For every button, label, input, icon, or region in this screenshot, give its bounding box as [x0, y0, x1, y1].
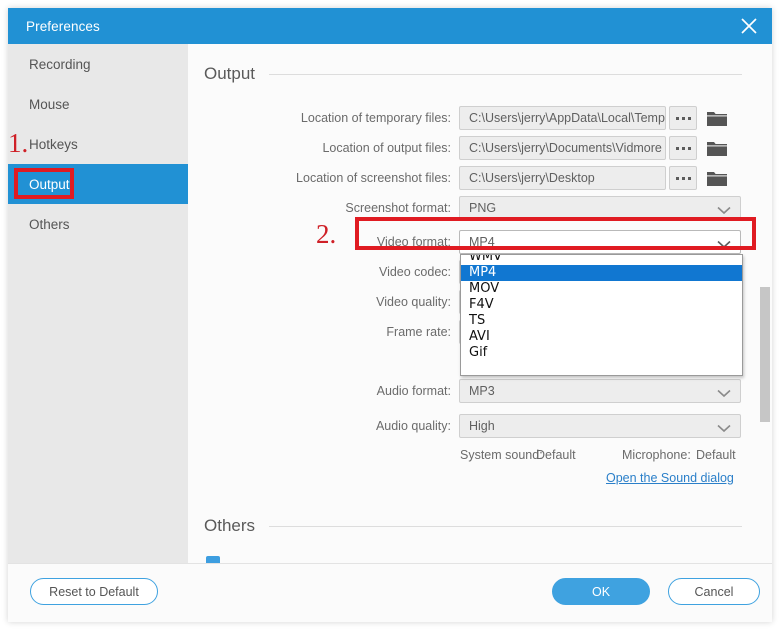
open-sound-dialog-link[interactable]: Open the Sound dialog: [606, 471, 734, 485]
sidebar-item-label: Mouse: [29, 97, 70, 112]
temp-location-row: Location of temporary files: C:\Users\je…: [188, 106, 748, 130]
others-checkbox[interactable]: [206, 556, 220, 563]
sidebar: Recording Mouse Hotkeys Output Others: [8, 44, 188, 563]
output-location-folder-icon[interactable]: [707, 140, 727, 157]
window-title: Preferences: [26, 19, 100, 34]
heading-divider: [269, 74, 742, 75]
sidebar-item-output[interactable]: Output: [8, 164, 188, 204]
video-format-option-wmv[interactable]: WMV: [461, 254, 742, 265]
temp-location-browse-button[interactable]: [669, 106, 697, 130]
others-section-heading: Others: [204, 516, 742, 536]
heading-divider: [269, 526, 742, 527]
title-bar: Preferences: [8, 8, 772, 44]
chevron-down-icon: [717, 387, 731, 396]
close-icon[interactable]: [726, 8, 772, 44]
ok-button[interactable]: OK: [552, 578, 650, 605]
video-format-select[interactable]: MP4: [459, 230, 741, 254]
cancel-button[interactable]: Cancel: [668, 578, 760, 605]
audio-quality-label: Audio quality:: [188, 419, 451, 433]
chevron-down-icon: [717, 238, 731, 247]
sidebar-item-label: Others: [29, 217, 70, 232]
screenshot-format-label: Screenshot format:: [188, 201, 451, 215]
video-format-option-gif[interactable]: Gif: [461, 345, 742, 361]
screenshot-format-value: PNG: [469, 201, 496, 215]
screenshot-location-browse-button[interactable]: [669, 166, 697, 190]
screenshot-location-row: Location of screenshot files: C:\Users\j…: [188, 166, 748, 190]
video-format-option-mp4[interactable]: MP4: [461, 265, 742, 281]
audio-format-value: MP3: [469, 384, 495, 398]
video-format-listbox[interactable]: WMV MP4 MOV F4V TS AVI Gif: [460, 254, 743, 376]
video-format-value: MP4: [469, 235, 495, 249]
audio-quality-value: High: [469, 419, 495, 433]
video-format-option-ts[interactable]: TS: [461, 313, 742, 329]
screenshot-format-select[interactable]: PNG: [459, 196, 741, 220]
microphone-label: Microphone:: [622, 448, 691, 462]
output-location-input[interactable]: C:\Users\jerry\Documents\Vidmore: [459, 136, 666, 160]
screenshot-location-label: Location of screenshot files:: [188, 171, 451, 185]
video-quality-label: Video quality:: [188, 295, 451, 309]
audio-format-label: Audio format:: [188, 384, 451, 398]
video-codec-label: Video codec:: [188, 265, 451, 279]
output-location-browse-button[interactable]: [669, 136, 697, 160]
chevron-down-icon: [717, 204, 731, 213]
sidebar-item-others[interactable]: Others: [8, 204, 188, 244]
output-heading-label: Output: [204, 64, 255, 84]
sidebar-item-label: Recording: [29, 57, 91, 72]
temp-location-input[interactable]: C:\Users\jerry\AppData\Local\Temp: [459, 106, 666, 130]
video-format-row: Video format: MP4: [188, 230, 748, 254]
video-format-label: Video format:: [188, 235, 451, 249]
content-scrollbar-track[interactable]: [760, 44, 770, 563]
preferences-dialog: Preferences Recording Mouse Hotkeys Outp…: [0, 0, 780, 630]
audio-quality-select[interactable]: High: [459, 414, 741, 438]
sidebar-item-recording[interactable]: Recording: [8, 44, 188, 84]
microphone-value: Default: [696, 448, 736, 462]
audio-format-select[interactable]: MP3: [459, 379, 741, 403]
system-sound-label: System sound:: [460, 448, 543, 462]
sidebar-item-hotkeys[interactable]: Hotkeys: [8, 124, 188, 164]
screenshot-location-input[interactable]: C:\Users\jerry\Desktop: [459, 166, 666, 190]
temp-location-folder-icon[interactable]: [707, 110, 727, 127]
settings-panel: Output Location of temporary files: C:\U…: [188, 44, 772, 563]
audio-quality-row: Audio quality: High: [188, 414, 748, 438]
chevron-down-icon: [717, 422, 731, 431]
output-location-row: Location of output files: C:\Users\jerry…: [188, 136, 748, 160]
frame-rate-label: Frame rate:: [188, 325, 451, 339]
video-format-option-avi[interactable]: AVI: [461, 329, 742, 345]
screenshot-format-row: Screenshot format: PNG: [188, 196, 748, 220]
screenshot-location-folder-icon[interactable]: [707, 170, 727, 187]
output-section-heading: Output: [204, 64, 742, 84]
reset-to-default-button[interactable]: Reset to Default: [30, 578, 158, 605]
dialog-footer: Reset to Default OK Cancel: [8, 563, 772, 622]
sidebar-item-label: Hotkeys: [29, 137, 78, 152]
audio-format-row: Audio format: MP3: [188, 379, 748, 403]
output-location-label: Location of output files:: [188, 141, 451, 155]
others-heading-label: Others: [204, 516, 255, 536]
video-format-option-f4v[interactable]: F4V: [461, 297, 742, 313]
system-sound-value: Default: [536, 448, 576, 462]
temp-location-label: Location of temporary files:: [188, 111, 451, 125]
content-scrollbar-thumb[interactable]: [760, 287, 770, 422]
video-format-option-mov[interactable]: MOV: [461, 281, 742, 297]
sidebar-item-mouse[interactable]: Mouse: [8, 84, 188, 124]
sidebar-item-label: Output: [29, 177, 70, 192]
